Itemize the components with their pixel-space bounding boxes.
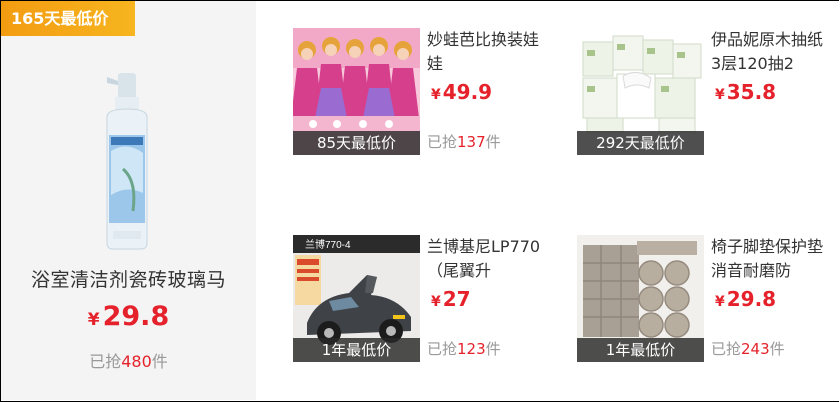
lowest-price-badge: 165天最低价: [1, 1, 135, 36]
currency-symbol: ¥: [431, 294, 441, 310]
product-title[interactable]: 椅子脚垫保护垫消音耐磨防: [711, 235, 831, 283]
price-value: 49.9: [442, 80, 493, 104]
currency-symbol: ¥: [715, 294, 725, 310]
felt-pads-image[interactable]: 1年最低价: [577, 235, 704, 362]
product-price: ¥35.8: [715, 80, 776, 104]
product-card-doll[interactable]: 85天最低价 妙蛙芭比换装娃娃 ¥49.9 已抢137件: [293, 28, 573, 158]
toy-car-image[interactable]: 兰博770-4 1年最低价: [293, 235, 420, 362]
price-value: 27: [442, 287, 471, 311]
lowest-price-badge: 85天最低价: [293, 131, 420, 155]
sold-suffix: 件: [151, 352, 168, 371]
sold-prefix: 已抢: [89, 352, 122, 371]
featured-title[interactable]: 浴室清洁剂瓷砖玻璃马: [1, 265, 256, 292]
price-value: 29.8: [726, 287, 777, 311]
tissue-pack-image[interactable]: 292天最低价: [577, 28, 704, 155]
sold-prefix: 已抢: [711, 340, 742, 358]
product-card-felt-pads[interactable]: 1年最低价 椅子脚垫保护垫消音耐磨防 ¥29.8 已抢243件: [577, 235, 840, 365]
lowest-price-badge: 1年最低价: [577, 338, 704, 362]
currency-symbol: ¥: [431, 87, 441, 103]
price-value: 29.8: [102, 301, 170, 332]
lowest-price-badge: 1年最低价: [293, 338, 420, 362]
sold-prefix: 已抢: [427, 340, 458, 358]
sold-suffix: 件: [769, 340, 785, 358]
product-card-tissue[interactable]: 292天最低价 伊品妮原木抽纸3层120抽2 ¥35.8: [577, 28, 840, 158]
currency-symbol: ¥: [715, 87, 725, 103]
sold-count: 已抢123件: [427, 338, 501, 359]
toy-box-label: 兰博770-4: [305, 238, 351, 251]
product-title[interactable]: 伊品妮原木抽纸3层120抽2: [711, 28, 831, 76]
product-card-toy-car[interactable]: 兰博770-4 1年最低价 兰博基尼LP770（尾翼升 ¥27 已抢123件: [293, 235, 573, 365]
spray-bottle-icon[interactable]: [93, 73, 163, 253]
sold-number: 137: [457, 133, 486, 151]
doll-set-image[interactable]: 85天最低价: [293, 28, 420, 155]
sold-count: 已抢137件: [427, 131, 501, 152]
featured-price: ¥29.8: [1, 301, 256, 332]
sold-suffix: 件: [485, 340, 501, 358]
sold-suffix: 件: [485, 133, 501, 151]
product-price: ¥27: [431, 287, 471, 311]
sold-number: 243: [741, 340, 770, 358]
featured-product-card[interactable]: 165天最低价 浴室清洁剂瓷砖玻璃马 ¥29.8 已抢480件: [1, 1, 256, 400]
price-value: 35.8: [726, 80, 777, 104]
lowest-price-badge: 292天最低价: [577, 131, 704, 155]
sold-number: 480: [121, 352, 152, 371]
product-price: ¥29.8: [715, 287, 776, 311]
currency-symbol: ¥: [87, 310, 100, 330]
sold-prefix: 已抢: [427, 133, 458, 151]
product-price: ¥49.9: [431, 80, 492, 104]
sold-number: 123: [457, 340, 486, 358]
sold-count: 已抢243件: [711, 338, 785, 359]
product-title[interactable]: 兰博基尼LP770（尾翼升: [427, 235, 547, 283]
product-title[interactable]: 妙蛙芭比换装娃娃: [427, 28, 547, 76]
featured-sold-count: 已抢480件: [1, 348, 256, 372]
